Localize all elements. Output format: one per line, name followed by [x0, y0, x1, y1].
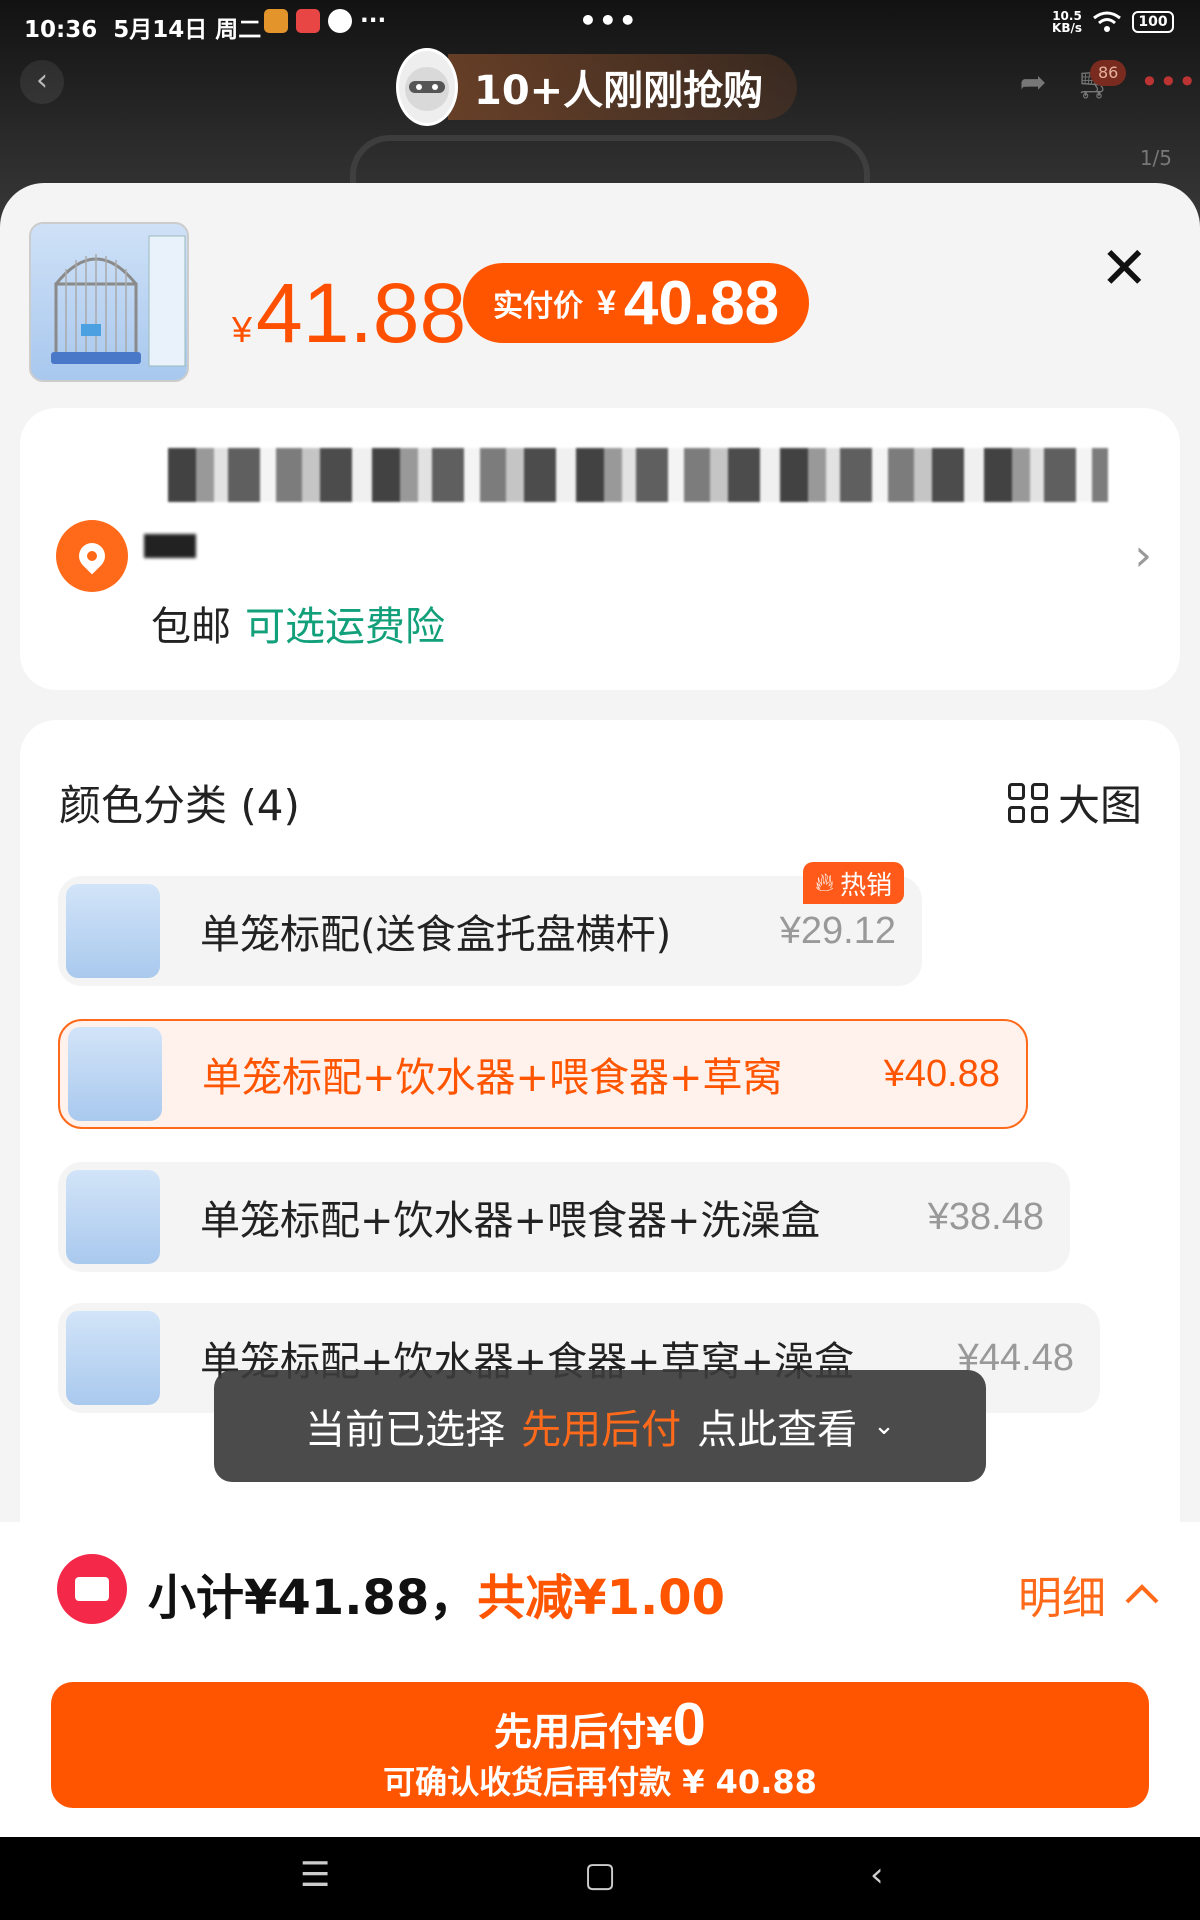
sku-section-title: 颜色分类 (4) [59, 781, 300, 830]
grid-icon [1007, 782, 1048, 823]
banner-text: 10+人刚刚抢购 [448, 54, 798, 120]
sku-thumbnail [66, 1311, 160, 1405]
buyer-avatar [396, 48, 458, 126]
back-nav-icon[interactable]: ‹ [870, 1855, 884, 1895]
status-time: 10:36 5月14日 周二 [24, 17, 262, 43]
hot-sale-tag: 🔥︎ 热销 [803, 862, 905, 904]
coupon-icon [57, 1554, 127, 1624]
sku-thumbnail [66, 1170, 160, 1264]
back-icon[interactable]: ‹ [20, 60, 64, 104]
sheet-header: ¥ 41.88 实付价 ¥ 40.88 ✕ [0, 183, 1200, 403]
product-price: ¥ 41.88 [232, 266, 467, 360]
fire-icon: 🔥︎ [815, 867, 835, 898]
battery-icon: 100 [1132, 11, 1174, 33]
sku-option[interactable]: 单笼标配(送食盒托盘横杆) ¥29.12 [58, 876, 922, 986]
cart-count-badge: 86 [1090, 60, 1127, 86]
system-navigation-bar: ☰ ▢ ‹ [0, 1837, 1200, 1920]
address-card[interactable]: › 包邮 可选运费险 [20, 408, 1180, 690]
app-notification-icon [296, 9, 320, 33]
sku-thumbnail [68, 1027, 162, 1121]
status-right: 10.5 KB/s 100 [1052, 10, 1174, 34]
sku-option[interactable]: 单笼标配+饮水器+喂食器+洗澡盒 ¥38.48 [58, 1162, 1070, 1272]
avatar-icon [405, 67, 449, 111]
app-notification-icon [264, 9, 288, 33]
bird-cage-image [51, 235, 186, 367]
location-icon [56, 520, 128, 592]
product-thumbnail[interactable] [29, 222, 189, 382]
net-speed: 10.5 KB/s [1052, 9, 1082, 35]
more-icon[interactable]: ••• [1140, 60, 1197, 106]
pay-later-button[interactable]: 先用后付¥0 可确认收货后再付款 ¥ 40.88 [51, 1682, 1149, 1808]
subtotal: 小计¥41.88，共减¥1.00 [148, 1570, 726, 1626]
close-icon[interactable]: ✕ [1100, 239, 1149, 297]
shipping-insurance-link[interactable]: 可选运费险 [245, 604, 445, 650]
page: 10:36 5月14日 周二 ··· ••• 10.5 KB/s 100 ‹ 1… [0, 0, 1200, 1920]
address-text-redacted [168, 448, 1108, 502]
big-image-toggle[interactable]: 大图 [1007, 772, 1142, 833]
price-detail-toggle[interactable]: 明细 [1018, 1562, 1160, 1626]
recipient-redacted [144, 534, 196, 558]
chevron-down-icon: ⌄ [873, 1411, 895, 1441]
actual-pay-badge: 实付价 ¥ 40.88 [463, 263, 810, 343]
home-icon[interactable]: ▢ [584, 1855, 616, 1895]
image-index: 1/5 [1139, 146, 1172, 170]
shipping-info: 包邮 可选运费险 [151, 604, 445, 650]
chevron-up-icon [1125, 1584, 1159, 1604]
share-icon[interactable]: ➦ [1010, 60, 1056, 106]
checkout-bar: 小计¥41.88，共减¥1.00 明细 先用后付¥0 可确认收货后再付款 ¥ 4… [0, 1522, 1200, 1837]
qq-icon [328, 9, 352, 33]
recent-buyers-banner: 10+人刚刚抢购 [396, 48, 798, 126]
chevron-right-icon[interactable]: › [1134, 530, 1152, 581]
status-bar: 10:36 5月14日 周二 ··· ••• 10.5 KB/s 100 [0, 0, 1200, 44]
pay-later-toast[interactable]: 当前已选择 先用后付 点此查看 ⌄ [214, 1370, 986, 1482]
notification-icons: ··· [264, 8, 386, 34]
sku-thumbnail [66, 884, 160, 978]
more-notifications-icon: ··· [360, 8, 387, 34]
wifi-icon [1093, 11, 1121, 32]
menu-icon[interactable]: ☰ [300, 1855, 330, 1895]
window-handle-icon[interactable]: ••• [579, 4, 639, 37]
sku-option-selected[interactable]: 单笼标配+饮水器+喂食器+草窝 ¥40.88 [58, 1019, 1028, 1129]
